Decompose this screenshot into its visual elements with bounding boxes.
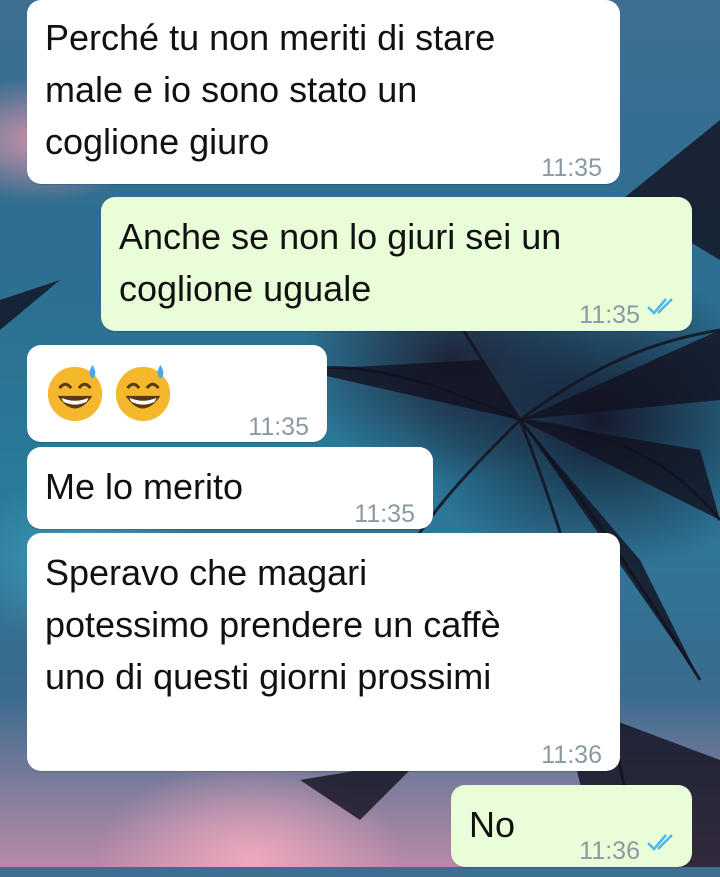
message-bubble-incoming[interactable]: 11:35 (27, 345, 327, 442)
message-bubble-outgoing[interactable]: Anche se non lo giuri sei un coglione ug… (101, 197, 692, 331)
message-time: 11:35 (248, 413, 309, 441)
message-text: No (469, 804, 516, 845)
read-receipt-icon (647, 298, 673, 315)
message-time: 11:35 (579, 301, 640, 329)
message-bubble-incoming[interactable]: Me lo merito 11:35 (27, 447, 433, 529)
read-receipt-icon (647, 834, 673, 851)
message-text: Speravo che magari (45, 552, 368, 593)
message-time: 11:35 (541, 154, 602, 182)
message-text: uno di questi giorni prossimi (45, 656, 492, 697)
message-time: 11:36 (541, 741, 602, 769)
grinning-sweat-emoji-icon (115, 364, 171, 422)
grinning-sweat-emoji-icon (47, 364, 103, 422)
message-text: Perché tu non meriti di stare (45, 17, 496, 58)
message-bubble-outgoing[interactable]: No 11:36 (451, 785, 692, 867)
message-text: Anche se non lo giuri sei un (119, 216, 562, 257)
message-bubble-incoming[interactable]: Speravo che magari potessimo prendere un… (27, 533, 620, 771)
message-text: male e io sono stato un (45, 69, 418, 110)
message-text: coglione giuro (45, 121, 270, 162)
message-time: 11:36 (579, 837, 640, 865)
message-text: potessimo prendere un caffè (45, 604, 501, 645)
message-text: Me lo merito (45, 466, 244, 507)
message-bubble-incoming[interactable]: Perché tu non meriti di stare male e io … (27, 0, 620, 184)
message-text: coglione uguale (119, 268, 372, 309)
